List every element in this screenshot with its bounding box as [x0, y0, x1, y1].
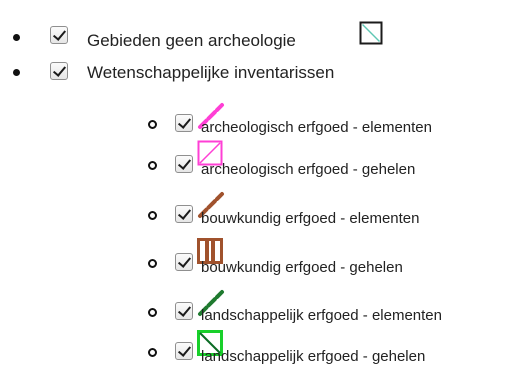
- bullet: [148, 259, 157, 268]
- bullet: [13, 69, 20, 76]
- bullet: [148, 211, 157, 220]
- layer-checkbox[interactable]: [175, 342, 193, 360]
- layer-checkbox[interactable]: [50, 62, 68, 80]
- sublayer-label: landschappelijk erfgoed - gehelen: [201, 348, 426, 365]
- layer-checkbox[interactable]: [175, 302, 193, 320]
- layer-checkbox[interactable]: [175, 114, 193, 132]
- layer-label: Gebieden geen archeologie: [87, 31, 296, 50]
- sublayer-label: bouwkundig erfgoed - gehelen: [201, 259, 403, 276]
- bullet: [148, 348, 157, 357]
- sublayer-label: landschappelijk erfgoed - elementen: [201, 307, 442, 324]
- bullet: [148, 161, 157, 170]
- bullet: [148, 120, 157, 129]
- sublayer-row: bouwkundig erfgoed - gehelen: [0, 238, 529, 281]
- layer-row-gebieden: Gebieden geen archeologie: [0, 21, 529, 57]
- layer-checkbox[interactable]: [50, 26, 68, 44]
- sublayer-label: archeologisch erfgoed - gehelen: [201, 161, 416, 178]
- sublayer-row: archeologisch erfgoed - elementen: [0, 103, 529, 146]
- polygon-outline-icon: [359, 21, 383, 45]
- sublayer-row: landschappelijk erfgoed - elementen: [0, 290, 529, 331]
- layer-row-inventarissen: Wetenschappelijke inventarissen: [0, 58, 529, 94]
- bullet: [13, 34, 20, 41]
- layer-checkbox[interactable]: [175, 155, 193, 173]
- layer-checkbox[interactable]: [175, 253, 193, 271]
- bullet: [148, 308, 157, 317]
- sublayer-label: bouwkundig erfgoed - elementen: [201, 210, 420, 227]
- sublayer-row: archeologisch erfgoed - gehelen: [0, 140, 529, 183]
- sublayer-row: landschappelijk erfgoed - gehelen: [0, 330, 529, 366]
- sublayer-row: bouwkundig erfgoed - elementen: [0, 192, 529, 233]
- sublayer-label: archeologisch erfgoed - elementen: [201, 119, 432, 136]
- layer-label: Wetenschappelijke inventarissen: [87, 63, 335, 82]
- layer-checkbox[interactable]: [175, 205, 193, 223]
